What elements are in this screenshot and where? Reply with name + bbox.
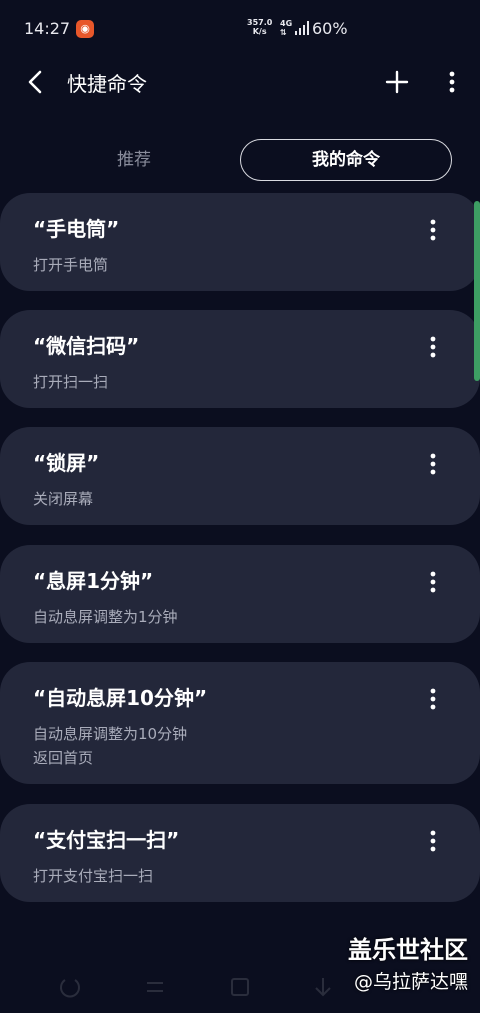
command-card[interactable]: “锁屏” 关闭屏幕 xyxy=(0,427,480,525)
back-icon[interactable] xyxy=(22,68,50,96)
command-action: 关闭屏幕 xyxy=(33,490,94,508)
status-time: 14:27 xyxy=(24,19,71,38)
switch-icon[interactable] xyxy=(142,974,168,1000)
scrollbar-thumb[interactable] xyxy=(474,201,480,381)
signal-icon xyxy=(295,21,309,35)
command-card[interactable]: “微信扫码” 打开扫一扫 xyxy=(0,310,480,408)
down-arrow-icon[interactable] xyxy=(310,974,336,1000)
command-name: “支付宝扫一扫” xyxy=(33,828,180,852)
watermark-user: @乌拉萨达嘿 xyxy=(353,971,468,993)
command-card[interactable]: “息屏1分钟” 自动息屏调整为1分钟 xyxy=(0,545,480,643)
command-name: “自动息屏10分钟” xyxy=(33,686,208,710)
card-more-icon[interactable] xyxy=(421,828,445,854)
app-bar: 快捷命令 xyxy=(0,58,480,106)
command-action: 返回首页 xyxy=(33,749,94,767)
page-title: 快捷命令 xyxy=(67,72,147,96)
command-name: “手电筒” xyxy=(33,217,120,241)
command-card[interactable]: “手电筒” 打开手电筒 xyxy=(0,193,480,291)
command-action: 打开手电筒 xyxy=(33,256,109,274)
command-action: 打开扫一扫 xyxy=(33,373,109,391)
more-vertical-icon[interactable] xyxy=(440,67,464,97)
command-action: 打开支付宝扫一扫 xyxy=(33,867,154,885)
notification-app-icon: ◉ xyxy=(76,20,94,38)
square-icon[interactable] xyxy=(227,974,253,1000)
network-type: 4G ⇅ xyxy=(280,19,292,37)
net-speed-unit: K/s xyxy=(252,27,267,36)
command-card[interactable]: “自动息屏10分钟” 自动息屏调整为10分钟 返回首页 xyxy=(0,662,480,784)
card-more-icon[interactable] xyxy=(421,569,445,595)
net-speed-value: 357.0 xyxy=(247,18,273,27)
status-bar: 14:27 ◉ 357.0 K/s 4G ⇅ 60% xyxy=(0,0,480,58)
data-arrows-icon: ⇅ xyxy=(280,28,287,37)
card-more-icon[interactable] xyxy=(421,686,445,712)
tab-my-commands[interactable]: 我的命令 xyxy=(240,139,452,181)
command-name: “微信扫码” xyxy=(33,334,140,358)
plus-icon[interactable] xyxy=(382,67,412,97)
power-icon[interactable] xyxy=(57,974,83,1000)
battery-level: 60% xyxy=(312,19,348,38)
card-more-icon[interactable] xyxy=(421,334,445,360)
tab-recommended[interactable]: 推荐 xyxy=(30,138,238,182)
tab-bar: 推荐 我的命令 xyxy=(0,138,480,182)
command-card[interactable]: “支付宝扫一扫” 打开支付宝扫一扫 xyxy=(0,804,480,902)
command-action: 自动息屏调整为10分钟 xyxy=(33,725,188,743)
card-more-icon[interactable] xyxy=(421,451,445,477)
command-name: “锁屏” xyxy=(33,451,100,475)
card-more-icon[interactable] xyxy=(421,217,445,243)
command-action: 自动息屏调整为1分钟 xyxy=(33,608,178,626)
watermark-title: 盖乐世社区 xyxy=(348,936,468,964)
command-name: “息屏1分钟” xyxy=(33,569,154,593)
network-type-label: 4G xyxy=(280,19,293,28)
net-speed: 357.0 K/s xyxy=(247,18,272,36)
